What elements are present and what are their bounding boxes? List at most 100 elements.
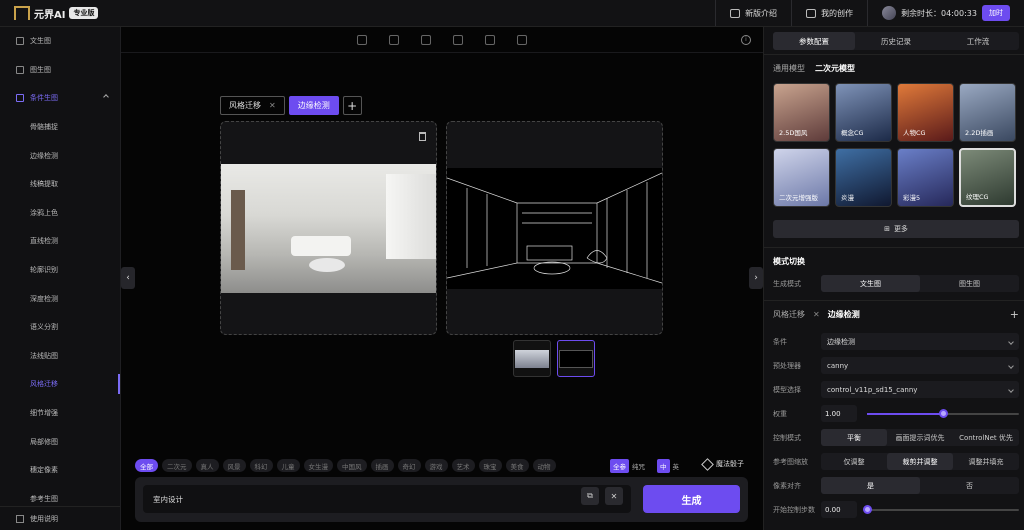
mask-icon[interactable]: [421, 34, 431, 45]
model-card[interactable]: 人物CG: [897, 83, 954, 142]
close-icon[interactable]: ✕: [813, 310, 820, 319]
prompt-tag[interactable]: 中国风: [337, 459, 367, 472]
sidebar-item[interactable]: 细节增强: [0, 399, 120, 428]
lang-en-button[interactable]: 英: [673, 461, 680, 471]
model-type-general[interactable]: 通用模型: [773, 63, 805, 74]
add-tab-button[interactable]: +: [342, 96, 362, 115]
import-icon[interactable]: [517, 34, 527, 45]
tab-edge-detection[interactable]: 边缘检测: [288, 96, 339, 115]
copy-icon[interactable]: ⧉: [581, 487, 599, 505]
tab-history[interactable]: 历史记录: [855, 32, 937, 50]
model-card[interactable]: 概念CG: [835, 83, 892, 142]
info-icon[interactable]: i: [741, 35, 751, 45]
tab-style-transfer[interactable]: 风格迁移 ✕: [220, 96, 285, 115]
lang-cn-button[interactable]: 中: [657, 459, 670, 473]
my-works-button[interactable]: 我的创作: [791, 0, 867, 26]
control-mode-controlnet[interactable]: ControlNet 优先: [953, 429, 1019, 446]
sidebar-item[interactable]: 穗定像素: [0, 456, 120, 485]
start-step-slider[interactable]: [863, 501, 1019, 518]
prompt-tag[interactable]: 科幻: [249, 459, 273, 472]
model-card[interactable]: 彩漫5: [897, 148, 954, 207]
sidebar-item[interactable]: 图生图: [0, 56, 120, 85]
more-models-button[interactable]: ⊞ 更多: [773, 220, 1019, 238]
weight-input[interactable]: 1.00: [821, 405, 857, 422]
model-type-anime[interactable]: 二次元模型: [815, 63, 855, 74]
sidebar-item[interactable]: 边缘检测: [0, 141, 120, 170]
preprocessor-select[interactable]: canny: [821, 357, 1019, 374]
resize-only[interactable]: 仅调整: [821, 453, 887, 470]
resize-crop[interactable]: 裁剪并调整: [887, 453, 953, 470]
sidebar-item[interactable]: 线稿提取: [0, 170, 120, 199]
control-mode-prompt[interactable]: 画面提示词优先: [887, 429, 953, 446]
source-image-panel[interactable]: [220, 121, 437, 335]
restore-icon[interactable]: [357, 34, 367, 45]
thumbnail-source[interactable]: [513, 340, 551, 377]
prompt-tag[interactable]: 全部: [135, 459, 158, 472]
fullscreen-icon[interactable]: [485, 34, 495, 45]
prompt-tag[interactable]: 动物: [532, 459, 556, 472]
sidebar-item[interactable]: 涂鸦上色: [0, 199, 120, 228]
prompt-tag[interactable]: 美食: [505, 459, 529, 472]
collapse-left-button[interactable]: ‹: [121, 267, 135, 289]
sidebar-item[interactable]: 法线贴图: [0, 342, 120, 371]
pixel-align-yes[interactable]: 是: [821, 477, 920, 494]
gen-mode-img2img[interactable]: 图生图: [920, 275, 1019, 292]
thumbnail-edge[interactable]: [557, 340, 595, 377]
weight-handle[interactable]: [939, 409, 948, 418]
generate-button[interactable]: 生成: [643, 485, 740, 513]
condition-tab-style[interactable]: 风格迁移: [773, 309, 805, 320]
prompt-tag[interactable]: 插画: [370, 459, 394, 472]
sidebar-item[interactable]: 文生图: [0, 27, 120, 56]
sidebar-item[interactable]: 直线检测: [0, 227, 120, 256]
model-card[interactable]: 炎漫: [835, 148, 892, 207]
prompt-tag[interactable]: 二次元: [162, 459, 192, 472]
prompt-tag[interactable]: 女生漫: [303, 459, 333, 472]
tab-params[interactable]: 参数配置: [773, 32, 855, 50]
sidebar-item[interactable]: 风格迁移: [0, 370, 120, 399]
prompt-input[interactable]: 室内设计: [143, 485, 631, 513]
avatar[interactable]: [882, 6, 897, 20]
sidebar-item[interactable]: 条件生图: [0, 84, 120, 113]
prompt-tag[interactable]: 儿童: [276, 459, 300, 472]
model-select[interactable]: control_v11p_sd15_canny: [821, 381, 1019, 398]
mode-full-button[interactable]: 全参: [610, 459, 629, 473]
sidebar-item[interactable]: 局部修图: [0, 427, 120, 456]
pixel-align-no[interactable]: 否: [920, 477, 1019, 494]
add-condition-button[interactable]: +: [1010, 308, 1019, 321]
model-card[interactable]: 纹理CG: [959, 148, 1016, 207]
tab-workflow[interactable]: 工作流: [937, 32, 1019, 50]
control-mode-balanced[interactable]: 平衡: [821, 429, 887, 446]
start-step-input[interactable]: 0.00: [821, 501, 857, 518]
collapse-right-button[interactable]: ›: [749, 267, 763, 289]
prompt-tag[interactable]: 奇幻: [397, 459, 421, 472]
prompt-tag[interactable]: 风景: [222, 459, 246, 472]
clear-icon[interactable]: ✕: [605, 487, 623, 505]
sidebar-item[interactable]: 轮廓识别: [0, 256, 120, 285]
sidebar-item[interactable]: 骨骼捕捉: [0, 113, 120, 142]
new-intro-button[interactable]: 新版介绍: [715, 0, 791, 26]
magic-dice-button[interactable]: 魔法骰子: [701, 457, 744, 471]
trash-icon[interactable]: [419, 132, 426, 141]
prompt-tag[interactable]: 珠宝: [478, 459, 502, 472]
prompt-tag[interactable]: 真人: [195, 459, 219, 472]
mode-pure-button[interactable]: 纯咒: [632, 461, 645, 471]
help-link[interactable]: 使用说明: [0, 506, 120, 530]
prompt-tag[interactable]: 游戏: [424, 459, 448, 472]
resize-fill[interactable]: 调整并填充: [953, 453, 1019, 470]
model-card[interactable]: 2.5D国风: [773, 83, 830, 142]
condition-select[interactable]: 边缘检测: [821, 333, 1019, 350]
add-time-button[interactable]: 加时: [982, 5, 1010, 21]
model-card[interactable]: 2.2D插画: [959, 83, 1016, 142]
start-step-handle[interactable]: [863, 505, 872, 514]
logo[interactable]: 元界AI 专业版: [14, 6, 99, 21]
hand-icon[interactable]: [453, 34, 463, 45]
weight-slider[interactable]: [867, 405, 1019, 422]
gen-mode-txt2img[interactable]: 文生图: [821, 275, 920, 292]
prompt-tag[interactable]: 艺术: [451, 459, 475, 472]
condition-tab-edge[interactable]: 边缘检测: [828, 309, 860, 320]
sidebar-item[interactable]: 语义分割: [0, 313, 120, 342]
crop-icon[interactable]: [389, 34, 399, 45]
close-icon[interactable]: ✕: [269, 101, 276, 110]
sidebar-item[interactable]: 深度检测: [0, 284, 120, 313]
model-card[interactable]: 二次元增强版: [773, 148, 830, 207]
